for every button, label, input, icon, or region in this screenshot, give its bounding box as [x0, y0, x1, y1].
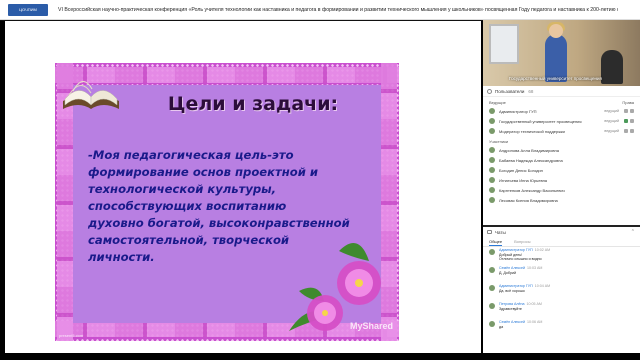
user-name: Лесовая Ксения Владимировна: [499, 197, 558, 203]
members-section-header: Участники: [483, 136, 640, 145]
avatar: [489, 147, 495, 153]
message-time: 10:05 AM: [526, 302, 542, 306]
chat-header[interactable]: Чаты ⌃: [483, 227, 640, 237]
message-time: 10:06 AM: [526, 320, 543, 324]
avatar: [489, 167, 495, 173]
slide-line: формирование основ проектной и: [88, 165, 318, 179]
bottom-bar: [0, 353, 640, 360]
microphone-icon: [630, 119, 634, 123]
slide-title: Цели и задачи:: [167, 93, 339, 115]
chat-message: Семён Алексей 10:06 AM да: [483, 320, 640, 337]
user-name: Игнатьева Инна Юрьевна: [499, 177, 547, 183]
avatar: [489, 118, 495, 124]
user-name: Андронова Алла Владимировна: [499, 147, 559, 153]
user-role: ведущий: [604, 119, 619, 123]
watermark: MyShared: [349, 321, 393, 331]
message-time: 10:02 AM: [534, 248, 551, 252]
conference-header: ЦОЧПИМ VI Всероссийская научно-практичес…: [0, 0, 640, 20]
microphone-icon: [630, 109, 634, 113]
user-name: Карптенков Александр Васильевич: [499, 187, 565, 193]
video-window: [489, 24, 519, 64]
avatar: [489, 267, 495, 273]
chevron-up-icon[interactable]: ⌃: [631, 229, 635, 235]
message-author: Семён Алексей: [499, 320, 525, 324]
message-text: Д. Добрий: [499, 270, 516, 275]
camera-icon: [624, 129, 628, 133]
participants-heading: Пользователи: [495, 88, 525, 94]
member-row[interactable]: Игнатьева Инна Юрьевна: [483, 175, 640, 185]
user-name: Модератор технической поддержки: [499, 128, 565, 134]
user-name: Богодин Денис Богодин: [499, 167, 543, 173]
participants-header[interactable]: Пользователи 68: [483, 86, 640, 97]
presentation-slide: Цели и задачи: -Моя педагогическая цель-…: [55, 63, 399, 341]
member-row[interactable]: Карптенков Александр Васильевич: [483, 185, 640, 195]
speaker-head: [549, 24, 563, 38]
host-row[interactable]: Модератор технической поддержки ведущий: [483, 126, 640, 136]
avatar: [489, 187, 495, 193]
chat-panel: Чаты ⌃ Общее Вопросы Администратор ГУП 10…: [483, 227, 640, 353]
speaker-figure: [545, 34, 567, 82]
avatar: [489, 108, 495, 114]
avatar: [489, 249, 495, 255]
second-person-figure: [601, 50, 623, 84]
user-role: ведущий: [604, 129, 619, 133]
message-time: 10:03 AM: [526, 266, 543, 270]
members-label: Участники: [489, 139, 509, 144]
chat-icon: [487, 230, 492, 234]
participants-count: 68: [528, 88, 534, 94]
avatar: [489, 177, 495, 183]
avatar: [489, 197, 495, 203]
conference-title: VI Всероссийская научно-практическая кон…: [58, 6, 618, 13]
message-text: Отлично слышно и видно: [499, 257, 542, 262]
user-name: Государственный университет просвещения: [499, 118, 582, 124]
member-row[interactable]: Богодин Денис Богодин: [483, 165, 640, 175]
participants-panel: Пользователи 68 Ведущие Права Администра…: [483, 86, 640, 225]
organizer-logo: ЦОЧПИМ: [8, 3, 48, 16]
chat-message: Петрова Алёна 10:05 AM Здравствуйте: [483, 302, 640, 319]
slide-line: способствующих воспитанию: [88, 199, 287, 213]
hosts-section-header: Ведущие Права: [483, 97, 640, 106]
message-text: да: [499, 324, 504, 329]
chat-message: Администратор ГУП 10:02 AM Добрый день! О…: [483, 248, 640, 265]
member-row[interactable]: Бабаева Надежда Александровна: [483, 155, 640, 165]
avatar: [489, 321, 495, 327]
tab-questions[interactable]: Вопросы: [514, 237, 530, 246]
slide-line: -Моя педагогическая цель-это: [88, 148, 294, 162]
message-author: Петрова Алёна: [499, 302, 525, 306]
message-text: Здравствуйте: [499, 306, 522, 311]
users-icon: [487, 88, 492, 94]
rights-label: Права: [622, 100, 634, 105]
slide-line: технологической культуры,: [88, 182, 277, 196]
open-book-icon: [63, 81, 119, 109]
avatar: [489, 128, 495, 134]
video-label: Государственный университет просвещения: [509, 76, 602, 81]
avatar: [489, 303, 495, 309]
slide-caption: present5.com: [59, 333, 84, 338]
host-row[interactable]: Администратор ГУП ведущий: [483, 106, 640, 116]
avatar: [489, 157, 495, 163]
speaker-video[interactable]: Государственный университет просвещения: [483, 20, 640, 86]
message-author: Администратор ГУП: [499, 248, 533, 252]
chat-message: Семён Алексей 10:03 AM Д. Добрий: [483, 266, 640, 283]
user-role: ведущий: [604, 109, 619, 113]
chat-heading: Чаты: [495, 229, 506, 235]
camera-icon: [624, 109, 628, 113]
chat-tabs: Общее Вопросы: [483, 237, 640, 247]
user-name: Бабаева Надежда Александровна: [499, 157, 563, 163]
message-author: Администратор ГУП: [499, 284, 533, 288]
tab-general[interactable]: Общее: [489, 237, 503, 246]
member-row[interactable]: Андронова Алла Владимировна: [483, 145, 640, 155]
avatar: [489, 285, 495, 291]
message-time: 10:04 AM: [534, 284, 551, 288]
hosts-label: Ведущие: [489, 100, 506, 105]
message-author: Семён Алексей: [499, 266, 525, 270]
message-text: Да, всё хорошо: [499, 288, 525, 293]
host-row[interactable]: Государственный университет просвещения …: [483, 116, 640, 126]
member-row[interactable]: Лесовая Ксения Владимировна: [483, 195, 640, 205]
user-name: Администратор ГУП: [499, 108, 537, 114]
microphone-icon: [630, 129, 634, 133]
presentation-area: Цели и задачи: -Моя педагогическая цель-…: [5, 21, 481, 353]
camera-icon: [624, 119, 628, 123]
chat-message: Администратор ГУП 10:04 AM Да, всё хорошо: [483, 284, 640, 301]
